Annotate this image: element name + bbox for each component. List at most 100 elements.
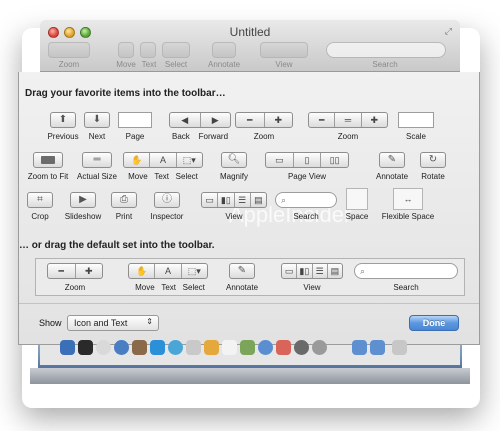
show-popup[interactable]: Icon and Text ⇕: [67, 315, 159, 331]
rotate-button[interactable]: ↻: [420, 152, 446, 168]
move-text-select-item[interactable]: ✋ A ⬚▾ Move Text Select: [123, 152, 203, 181]
zoom-three-control[interactable]: ━ ═ ✚: [308, 112, 388, 128]
space-placeholder[interactable]: [346, 188, 368, 210]
zoom-in-icon[interactable]: ✚: [362, 113, 387, 127]
page-field[interactable]: [118, 112, 152, 128]
dock-finder-icon[interactable]: [60, 340, 75, 355]
thumbnails-icon[interactable]: ▮▯: [218, 193, 235, 207]
previous-button[interactable]: ⬆: [50, 112, 76, 128]
inspector-item[interactable]: ⓘ Inspector: [145, 192, 189, 221]
dock-ichat-icon[interactable]: [168, 340, 183, 355]
dock-addressbook-icon[interactable]: [186, 340, 201, 355]
zoom-to-fit-item[interactable]: Zoom to Fit: [23, 152, 73, 181]
dock-app-icon[interactable]: [150, 340, 165, 355]
default-set-bar[interactable]: ━ ✚ Zoom ✋ A ⬚▾ Move Text Select ✎ Annot…: [35, 258, 465, 296]
search-icon: ⌕: [360, 265, 366, 276]
dock-iphoto-icon[interactable]: [276, 340, 291, 355]
crop-label: Crop: [31, 212, 49, 221]
magnify-button[interactable]: 🔍︎: [221, 152, 247, 168]
default-view-label: View: [303, 283, 321, 292]
dock-mail-icon[interactable]: [132, 340, 147, 355]
hand-icon[interactable]: ✋: [124, 153, 151, 167]
dock-photo-icon[interactable]: [240, 340, 255, 355]
rotate-item[interactable]: ↻ Rotate: [417, 152, 449, 181]
zoom-to-fit-button[interactable]: [33, 152, 63, 168]
default-move-label: Move: [135, 283, 155, 292]
text-cursor-icon: A: [155, 264, 182, 278]
dock-safari-icon[interactable]: [114, 340, 129, 355]
zoom-control[interactable]: ━ ✚: [235, 112, 293, 128]
zoom-in-icon[interactable]: ✚: [265, 113, 293, 127]
tool-mode-control[interactable]: ✋ A ⬚▾: [123, 152, 203, 168]
bg-search-field: [326, 42, 446, 58]
zoom-out-icon[interactable]: ━: [236, 113, 265, 127]
highlights-icon[interactable]: ▤: [251, 193, 266, 207]
pencil-icon: ✎: [387, 154, 397, 165]
fullscreen-icon[interactable]: ⤢: [445, 26, 452, 37]
view-item[interactable]: ▭ ▮▯ ☰ ▤ View: [199, 192, 269, 221]
page-view-control[interactable]: ▭ ▯ ▯▯: [265, 152, 349, 168]
annotate-label: Annotate: [375, 172, 409, 181]
print-item[interactable]: ⎙ Print: [109, 192, 139, 221]
toc-icon[interactable]: ☰: [235, 193, 251, 207]
dock-timemachine-icon[interactable]: [294, 340, 309, 355]
dock-preferences-icon[interactable]: [312, 340, 327, 355]
dock-trash-icon[interactable]: [392, 340, 407, 355]
annotate-item[interactable]: ✎ Annotate: [373, 152, 411, 181]
selection-icon[interactable]: ⬚▾: [177, 153, 202, 167]
text-cursor-icon[interactable]: A: [150, 153, 177, 167]
zoom-item[interactable]: ━ ✚ Zoom: [233, 112, 295, 141]
selection-icon: ⬚▾: [187, 265, 201, 276]
flexible-space-item[interactable]: ↔ Flexible Space: [377, 188, 439, 221]
continuous-scroll-icon[interactable]: ▭: [266, 153, 294, 167]
slideshow-label: Slideshow: [64, 212, 102, 221]
zoom-three-item[interactable]: ━ ═ ✚ Zoom: [305, 112, 391, 141]
dock-folder-icon[interactable]: [370, 340, 385, 355]
print-button[interactable]: ⎙: [111, 192, 137, 208]
single-page-icon[interactable]: ▯: [294, 153, 322, 167]
zoom-in-icon: ✚: [84, 265, 93, 276]
dock-itunes-icon[interactable]: [258, 340, 273, 355]
slideshow-button[interactable]: ▶: [70, 192, 96, 208]
back-icon[interactable]: ◀: [170, 113, 201, 127]
default-select-label: Select: [182, 283, 205, 292]
next-button[interactable]: ⬇: [84, 112, 110, 128]
back-forward-item[interactable]: ◀ ▶ Back Forward: [165, 112, 235, 141]
inspector-button[interactable]: ⓘ: [154, 192, 180, 208]
search-field[interactable]: ⌕: [275, 192, 337, 208]
dock-stickies-icon[interactable]: [204, 340, 219, 355]
two-pages-icon[interactable]: ▯▯: [321, 153, 348, 167]
actual-size-icon[interactable]: ═: [335, 113, 362, 127]
search-item[interactable]: ⌕ Search: [273, 192, 339, 221]
dock-dashboard-icon[interactable]: [78, 340, 93, 355]
zoom-out-icon[interactable]: ━: [309, 113, 336, 127]
scale-field[interactable]: [398, 112, 434, 128]
content-only-icon[interactable]: ▭: [202, 193, 219, 207]
annotate-button[interactable]: ✎: [379, 152, 405, 168]
actual-size-button[interactable]: ═: [82, 152, 112, 168]
dock-clock-icon[interactable]: [96, 340, 111, 355]
space-item[interactable]: Space: [343, 188, 371, 221]
popup-arrows-icon: ⇕: [146, 317, 153, 326]
slideshow-item[interactable]: ▶ Slideshow: [61, 192, 105, 221]
actual-size-item[interactable]: ═ Actual Size: [75, 152, 119, 181]
default-annotate: ✎ Annotate: [222, 263, 262, 292]
flexible-space-arrow-icon[interactable]: ↔: [393, 188, 423, 210]
magnifier-icon: 🔍︎: [227, 154, 241, 165]
crop-item[interactable]: ⌗ Crop: [25, 192, 55, 221]
done-button[interactable]: Done: [409, 315, 459, 331]
magnify-item[interactable]: 🔍︎ Magnify: [215, 152, 253, 181]
dock-folder-icon[interactable]: [352, 340, 367, 355]
forward-icon[interactable]: ▶: [201, 113, 231, 127]
zoom2-label: Zoom: [337, 132, 359, 141]
back-forward-control[interactable]: ◀ ▶: [169, 112, 231, 128]
page-item[interactable]: Page: [117, 112, 153, 141]
dock-ical-icon[interactable]: [222, 340, 237, 355]
view-control[interactable]: ▭ ▮▯ ☰ ▤: [201, 192, 267, 208]
scale-item[interactable]: Scale: [397, 112, 435, 141]
next-item[interactable]: ⬇ Next: [81, 112, 113, 141]
previous-item[interactable]: ⬆ Previous: [43, 112, 83, 141]
page-view-item[interactable]: ▭ ▯ ▯▯ Page View: [265, 152, 349, 181]
bg-label-search: Search: [372, 60, 398, 69]
crop-button[interactable]: ⌗: [27, 192, 53, 208]
